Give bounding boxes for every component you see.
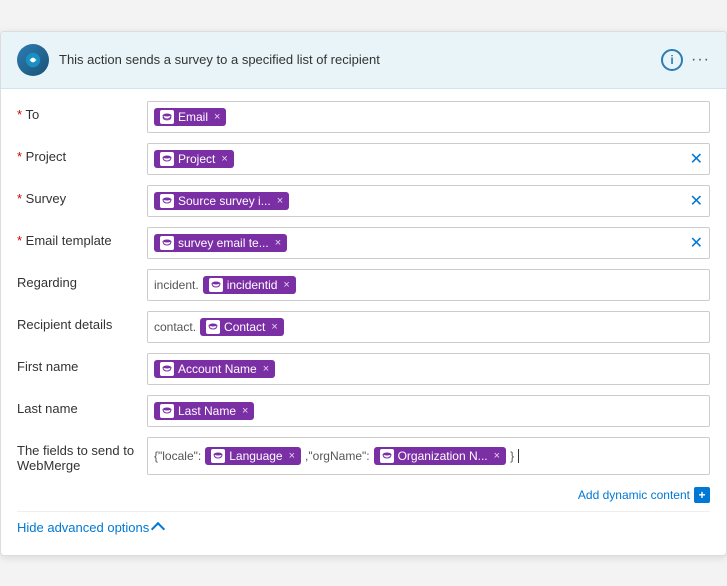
webmerge-row: The fields to send to WebMerge {"locale"… <box>17 437 710 475</box>
last-name-label: Last name <box>17 395 147 416</box>
action-card: This action sends a survey to a specifie… <box>0 31 727 556</box>
info-icon[interactable]: i <box>661 49 683 71</box>
email-template-token-label: survey email te... <box>178 236 269 250</box>
webmerge-prefix1: {"locale": <box>154 449 201 463</box>
email-template-clear-btn[interactable]: ✕ <box>690 233 703 253</box>
first-name-token-close[interactable]: × <box>263 363 269 375</box>
regarding-token-close[interactable]: × <box>283 279 289 291</box>
survey-clear-btn[interactable]: ✕ <box>690 191 703 211</box>
project-clear-btn[interactable]: ✕ <box>690 149 703 169</box>
chevron-up-icon <box>151 521 165 535</box>
last-name-token-close[interactable]: × <box>242 405 248 417</box>
project-row: * Project Project × ✕ <box>17 143 710 177</box>
webmerge-label: The fields to send to WebMerge <box>17 437 147 473</box>
webmerge-orgname-token-label: Organization N... <box>398 449 488 463</box>
survey-token-close[interactable]: × <box>277 195 283 207</box>
regarding-prefix: incident. <box>154 278 199 292</box>
regarding-row: Regarding incident. incidentid × <box>17 269 710 303</box>
first-name-token: Account Name × <box>154 360 275 378</box>
webmerge-language-token: Language × <box>205 447 301 465</box>
webmerge-language-token-close[interactable]: × <box>289 450 295 462</box>
card-header: This action sends a survey to a specifie… <box>1 32 726 89</box>
webmerge-field[interactable]: {"locale": Language × ,"orgName": Organi… <box>147 437 710 475</box>
recipient-details-field[interactable]: contact. Contact × <box>147 311 710 343</box>
first-name-row: First name Account Name × <box>17 353 710 387</box>
recipient-details-label: Recipient details <box>17 311 147 332</box>
project-token-close[interactable]: × <box>221 153 227 165</box>
webmerge-language-token-label: Language <box>229 449 282 463</box>
hide-advanced-label: Hide advanced options <box>17 520 149 535</box>
webmerge-suffix: } <box>510 449 514 463</box>
token-db-icon <box>160 110 174 124</box>
token-db-icon <box>211 449 225 463</box>
token-db-icon <box>160 404 174 418</box>
hide-advanced-options[interactable]: Hide advanced options <box>17 511 710 547</box>
last-name-row: Last name Last Name × <box>17 395 710 429</box>
add-dynamic-content[interactable]: Add dynamic content + <box>17 483 710 511</box>
required-marker: * <box>17 107 22 122</box>
token-db-icon <box>206 320 220 334</box>
recipient-details-row: Recipient details contact. Contact × <box>17 311 710 345</box>
email-template-token-close[interactable]: × <box>275 237 281 249</box>
text-cursor <box>518 449 519 463</box>
to-token-close[interactable]: × <box>214 111 220 123</box>
recipient-token-close[interactable]: × <box>271 321 277 333</box>
recipient-token-label: Contact <box>224 320 265 334</box>
last-name-token: Last Name × <box>154 402 254 420</box>
last-name-field[interactable]: Last Name × <box>147 395 710 427</box>
token-db-icon <box>160 362 174 376</box>
webmerge-orgname-token: Organization N... × <box>374 447 506 465</box>
regarding-token: incidentid × <box>203 276 296 294</box>
header-actions: i ··· <box>661 49 710 71</box>
token-db-icon <box>160 236 174 250</box>
more-options-icon[interactable]: ··· <box>691 51 710 69</box>
token-db-icon <box>380 449 394 463</box>
to-field[interactable]: Email × <box>147 101 710 133</box>
first-name-field[interactable]: Account Name × <box>147 353 710 385</box>
email-template-label: * Email template <box>17 227 147 248</box>
app-icon <box>17 44 49 76</box>
add-dynamic-label: Add dynamic content <box>578 488 690 502</box>
to-token-label: Email <box>178 110 208 124</box>
survey-label: * Survey <box>17 185 147 206</box>
header-title: This action sends a survey to a specifie… <box>59 52 651 67</box>
add-dynamic-plus-icon[interactable]: + <box>694 487 710 503</box>
project-token: Project × <box>154 150 234 168</box>
first-name-label: First name <box>17 353 147 374</box>
project-token-label: Project <box>178 152 215 166</box>
survey-token: Source survey i... × <box>154 192 289 210</box>
survey-field[interactable]: Source survey i... × ✕ <box>147 185 710 217</box>
webmerge-orgname-token-close[interactable]: × <box>494 450 500 462</box>
to-label: * To <box>17 101 147 122</box>
project-field[interactable]: Project × ✕ <box>147 143 710 175</box>
regarding-label: Regarding <box>17 269 147 290</box>
to-token: Email × <box>154 108 226 126</box>
token-db-icon <box>160 152 174 166</box>
email-template-row: * Email template survey email te... × ✕ <box>17 227 710 261</box>
regarding-field[interactable]: incident. incidentid × <box>147 269 710 301</box>
survey-token-label: Source survey i... <box>178 194 271 208</box>
first-name-token-label: Account Name <box>178 362 257 376</box>
email-template-field[interactable]: survey email te... × ✕ <box>147 227 710 259</box>
survey-row: * Survey Source survey i... × ✕ <box>17 185 710 219</box>
recipient-token: Contact × <box>200 318 284 336</box>
card-body: * To Email × * Project Project <box>1 89 726 555</box>
email-template-token: survey email te... × <box>154 234 287 252</box>
webmerge-middle-text: ,"orgName": <box>305 449 370 463</box>
project-label: * Project <box>17 143 147 164</box>
last-name-token-label: Last Name <box>178 404 236 418</box>
to-row: * To Email × <box>17 101 710 135</box>
recipient-prefix: contact. <box>154 320 196 334</box>
token-db-icon <box>209 278 223 292</box>
token-db-icon <box>160 194 174 208</box>
regarding-token-label: incidentid <box>227 278 278 292</box>
